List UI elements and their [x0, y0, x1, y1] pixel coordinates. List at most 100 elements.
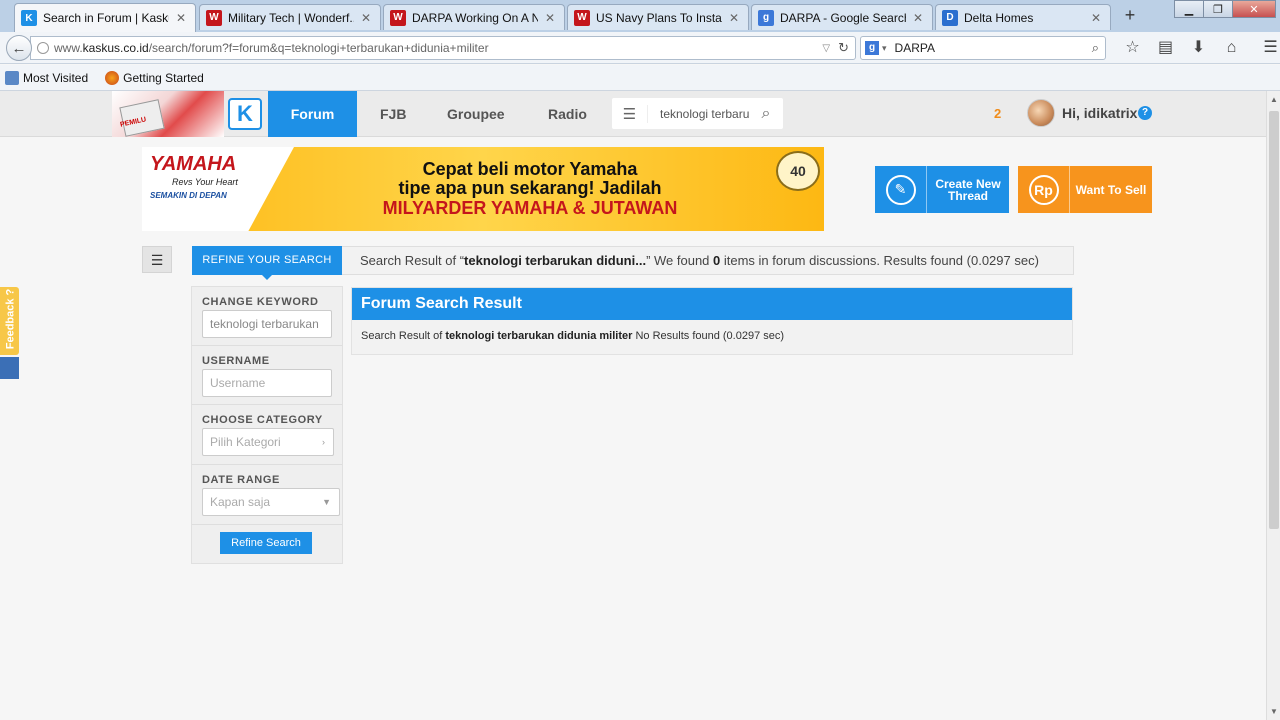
- dropdown-arrow-icon[interactable]: ▽: [822, 43, 830, 54]
- rupiah-icon: Rp: [1028, 174, 1059, 205]
- anniversary-badge: 40: [776, 151, 820, 191]
- downloads-icon[interactable]: ⬇: [1182, 38, 1215, 58]
- list-icon[interactable]: ☰: [612, 104, 648, 123]
- summary-mid: ” We found: [646, 253, 714, 268]
- site-search-box[interactable]: ☰ teknologi terbarukan didunia militer ⌕: [612, 98, 783, 129]
- google-search-engine-icon[interactable]: g: [865, 41, 879, 55]
- feedback-widget-icon[interactable]: [0, 357, 19, 379]
- user-greeting[interactable]: Hi, idikatrix: [1062, 105, 1137, 121]
- page-scrollbar[interactable]: ▲ ▼: [1266, 91, 1280, 720]
- bookmark-star-icon[interactable]: ☆: [1116, 38, 1149, 58]
- site-search-input[interactable]: teknologi terbarukan didunia militer: [648, 107, 749, 121]
- ad-line-3: MILYARDER YAMAHA & JUTAWAN: [382, 198, 678, 218]
- tab-title: Military Tech | Wonderf...: [228, 10, 354, 25]
- category-select[interactable]: Pilih Kategori ›: [202, 428, 334, 456]
- browser-tab[interactable]: W US Navy Plans To Install... ✕: [567, 4, 749, 30]
- create-thread-label-line2: Thread: [947, 188, 988, 203]
- scroll-up-icon[interactable]: ▲: [1267, 95, 1280, 104]
- browser-tab[interactable]: W DARPA Working On A N... ✕: [383, 4, 565, 30]
- pencil-icon: ✎: [885, 174, 916, 205]
- nav-fjb[interactable]: FJB: [380, 91, 406, 137]
- close-window-button[interactable]: ✕: [1232, 0, 1276, 18]
- election-banner-image[interactable]: PEMILU: [112, 91, 224, 137]
- tab-title: DARPA - Google Search: [780, 10, 906, 25]
- close-tab-icon[interactable]: ✕: [1088, 11, 1104, 25]
- scrollbar-thumb[interactable]: [1269, 111, 1279, 529]
- url-path: /search/forum?f=forum&q=teknologi+terbar…: [148, 41, 489, 55]
- rupiah-icon-wrap: Rp: [1018, 166, 1070, 213]
- result-prefix: Search Result of: [361, 330, 446, 342]
- new-tab-button[interactable]: +: [1120, 5, 1140, 27]
- browser-search-box[interactable]: g ▾ DARPA ⌕: [860, 36, 1106, 60]
- reload-icon[interactable]: ↻: [838, 40, 849, 56]
- close-tab-icon[interactable]: ✕: [358, 11, 374, 25]
- browser-search-input[interactable]: DARPA: [895, 41, 1092, 55]
- browser-tab[interactable]: W Military Tech | Wonderf... ✕: [199, 4, 381, 30]
- date-range-section: DATE RANGE Kapan saja ▼: [192, 465, 342, 525]
- hamburger-menu-icon[interactable]: ☰: [142, 246, 172, 273]
- search-icon[interactable]: ⌕: [1092, 40, 1099, 56]
- tab-title: Search in Forum | Kasku...: [43, 11, 169, 25]
- google-favicon-icon: g: [758, 9, 774, 26]
- bookmark-most-visited[interactable]: Most Visited: [5, 70, 89, 85]
- result-body: Search Result of teknologi terbarukan di…: [352, 320, 1072, 352]
- url-domain: kaskus.co.id: [82, 41, 149, 55]
- close-tab-icon[interactable]: ✕: [726, 11, 742, 25]
- username-label: USERNAME: [202, 355, 270, 367]
- keyword-input[interactable]: teknologi terbarukan: [202, 310, 332, 338]
- close-tab-icon[interactable]: ✕: [542, 11, 558, 25]
- bookmark-getting-started[interactable]: Getting Started: [105, 70, 204, 85]
- bookmark-label: Most Visited: [23, 70, 89, 85]
- bookmarks-list-icon[interactable]: ▤: [1149, 38, 1182, 58]
- username-input[interactable]: Username: [202, 369, 332, 397]
- back-button[interactable]: ←: [6, 35, 32, 61]
- date-range-select[interactable]: Kapan saja ▼: [202, 488, 340, 516]
- chevron-down-icon: ▼: [322, 497, 331, 507]
- browser-tab[interactable]: K Search in Forum | Kasku... ✕: [14, 3, 196, 32]
- notification-count[interactable]: 2: [994, 106, 1001, 121]
- menu-icon[interactable]: ☰: [1254, 38, 1280, 58]
- minimize-button[interactable]: ▁: [1174, 0, 1204, 18]
- category-select-value: Pilih Kategori: [210, 435, 281, 449]
- scroll-down-icon[interactable]: ▼: [1267, 707, 1280, 716]
- address-bar[interactable]: www.kaskus.co.id/search/forum?f=forum&q=…: [30, 36, 856, 60]
- summary-query: teknologi terbarukan diduni...: [464, 253, 647, 268]
- create-thread-label-line1: Create New: [935, 176, 1001, 191]
- ad-line-2: tipe apa pun sekarang! Jadilah: [398, 178, 662, 198]
- refine-your-search-tab[interactable]: REFINE YOUR SEARCH: [192, 246, 342, 280]
- refine-search-button[interactable]: Refine Search: [220, 532, 312, 554]
- yamaha-ad-banner[interactable]: YAMAHA Revs Your Heart SEMAKIN DI DEPAN …: [142, 147, 824, 231]
- nav-groupee[interactable]: Groupee: [447, 91, 505, 137]
- summary-prefix: Search Result of “: [360, 253, 465, 268]
- url-prefix: www.: [54, 41, 83, 55]
- result-suffix: No Results found (0.0297 sec): [632, 330, 785, 342]
- site-header: PEMILU K Forum FJB Groupee Radio ☰ tekno…: [0, 91, 1266, 137]
- tab-title: Delta Homes: [964, 10, 1034, 25]
- kaskus-logo-icon[interactable]: K: [228, 98, 262, 130]
- avatar[interactable]: [1027, 99, 1055, 127]
- nav-forum[interactable]: Forum: [268, 91, 357, 137]
- search-icon[interactable]: ⌕: [749, 105, 783, 123]
- nav-radio[interactable]: Radio: [548, 91, 587, 137]
- kaskus-favicon-icon: K: [21, 10, 37, 26]
- maximize-button[interactable]: ❐: [1203, 0, 1233, 18]
- ad-slogan: SEMAKIN DI DEPAN: [150, 191, 227, 200]
- chevron-right-icon: ›: [322, 437, 325, 447]
- close-tab-icon[interactable]: ✕: [173, 11, 189, 25]
- keyword-section: CHANGE KEYWORD teknologi terbarukan: [192, 287, 342, 346]
- category-section: CHOOSE CATEGORY Pilih Kategori ›: [192, 405, 342, 465]
- logo-area[interactable]: PEMILU K: [112, 91, 268, 137]
- wonderful-engineering-favicon-icon: W: [390, 9, 406, 26]
- engine-dropdown-icon[interactable]: ▾: [882, 43, 887, 54]
- feedback-tab[interactable]: Feedback ?: [0, 287, 19, 355]
- browser-tab[interactable]: g DARPA - Google Search ✕: [751, 4, 933, 30]
- pencil-icon-wrap: ✎: [875, 166, 927, 213]
- close-tab-icon[interactable]: ✕: [910, 11, 926, 25]
- want-to-sell-button[interactable]: Rp Want To Sell: [1018, 166, 1152, 213]
- create-new-thread-button[interactable]: ✎ Create New Thread: [875, 166, 1009, 213]
- category-label: CHOOSE CATEGORY: [202, 414, 323, 426]
- home-icon[interactable]: ⌂: [1215, 38, 1248, 58]
- help-icon[interactable]: ?: [1138, 106, 1152, 120]
- url-text[interactable]: www.kaskus.co.id/search/forum?f=forum&q=…: [54, 41, 822, 55]
- browser-tab[interactable]: D Delta Homes ✕: [935, 4, 1111, 30]
